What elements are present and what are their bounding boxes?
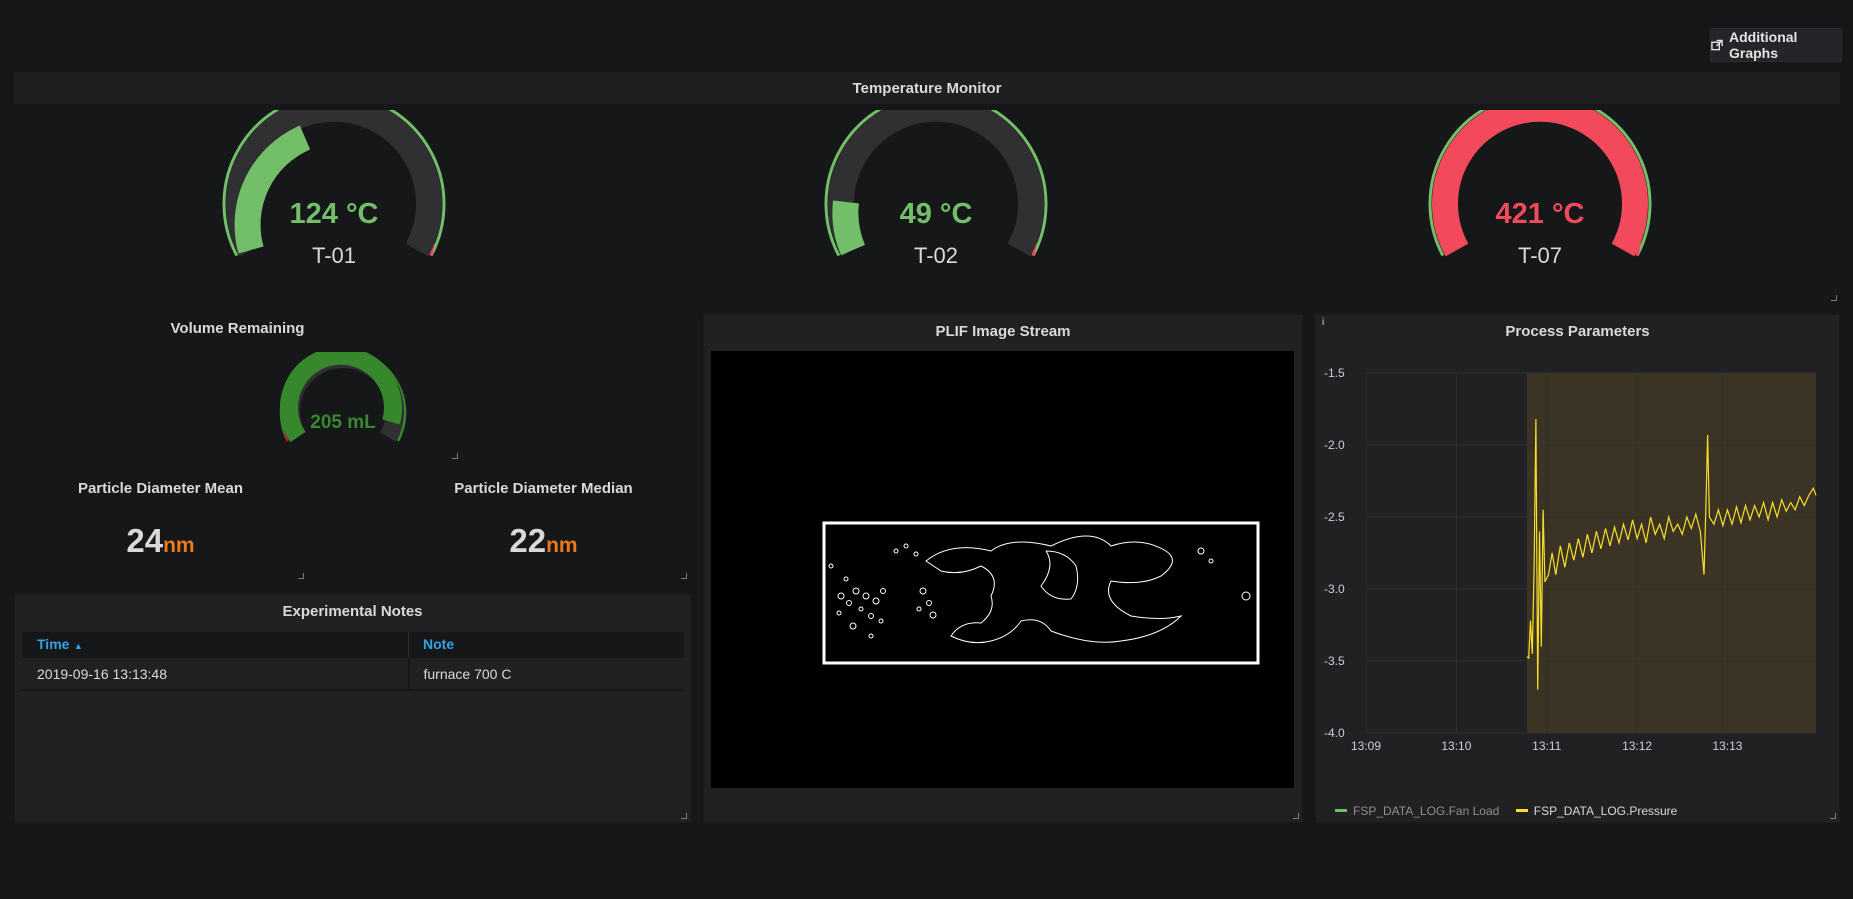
legend-swatch xyxy=(1515,809,1528,812)
gauge-t01: 124 °C T-01 xyxy=(204,92,464,290)
resize-handle[interactable] xyxy=(1831,295,1837,301)
gauge-label: T-07 xyxy=(1517,243,1563,268)
gauge-value: 421 °C xyxy=(1495,198,1585,230)
x-tick-label: 13:10 xyxy=(1441,739,1471,753)
gauge-value: 49 °C xyxy=(899,198,973,230)
column-header-label: Note xyxy=(423,636,455,652)
stat-number: 24 xyxy=(126,522,164,559)
stat-unit: nm xyxy=(163,534,195,557)
gauge-value: 205 mL xyxy=(310,412,376,433)
notes-table: Time ▲ Note 2019-09-16 13:13:48 furnace … xyxy=(22,632,684,691)
stat-value: 22nm xyxy=(397,522,690,560)
y-tick-label: -3.5 xyxy=(1324,654,1345,668)
panel-title: Temperature Monitor xyxy=(852,80,1002,97)
volume-remaining-panel: Volume Remaining 205 mL xyxy=(14,314,461,462)
resize-handle[interactable] xyxy=(452,453,458,459)
x-tick-label: 13:09 xyxy=(1351,739,1381,753)
legend-swatch xyxy=(1335,809,1347,812)
table-row: 2019-09-16 13:13:48 furnace 700 C xyxy=(22,658,684,690)
process-parameters-panel: i Process Parameters -1.5 -2.0 -2.5 -3.0 -3.… xyxy=(1315,314,1840,823)
legend-item[interactable]: FSP_DATA_LOG.Pressure xyxy=(1515,803,1678,818)
gauge-value: 124 °C xyxy=(289,198,379,230)
gauge-arc xyxy=(824,92,1048,257)
particle-median-panel: Particle Diameter Median 22nm xyxy=(397,472,690,582)
chart-legend: FSP_DATA_LOG.Fan Load FSP_DATA_LOG.Press… xyxy=(1335,799,1689,818)
y-tick-label: -2.0 xyxy=(1324,438,1345,452)
resize-handle[interactable] xyxy=(1830,813,1836,819)
stat-number: 22 xyxy=(509,522,547,559)
x-tick-label: 13:11 xyxy=(1532,739,1561,753)
plif-image xyxy=(711,351,1294,788)
line-chart[interactable]: -1.5 -2.0 -2.5 -3.0 -3.5 -4.0 13:09 13:10 13:11 1… xyxy=(1316,345,1841,785)
y-tick-label: -4.0 xyxy=(1324,726,1345,740)
additional-graphs-button[interactable]: Additional Graphs xyxy=(1710,28,1842,62)
y-tick-label: -3.0 xyxy=(1324,582,1345,596)
plif-image-panel: PLIF Image Stream xyxy=(703,314,1303,823)
panel-title: Volume Remaining xyxy=(170,320,305,337)
x-tick-label: 13:13 xyxy=(1712,739,1742,753)
gauge-label: T-02 xyxy=(913,243,959,268)
volume-gauge: 205 mL xyxy=(268,346,418,452)
legend-label: FSP_DATA_LOG.Pressure xyxy=(1533,803,1678,818)
stat-unit: nm xyxy=(546,534,578,557)
gauge-arc xyxy=(1428,92,1652,257)
gauge-arc xyxy=(222,92,446,257)
time-region-shade xyxy=(1526,373,1816,733)
panel-title: PLIF Image Stream xyxy=(935,323,1071,340)
experimental-notes-panel: Experimental Notes Time ▲ Note 2019-09-1… xyxy=(14,594,691,823)
legend-item[interactable]: FSP_DATA_LOG.Fan Load xyxy=(1335,804,1499,818)
resize-handle[interactable] xyxy=(681,573,687,579)
external-link-icon xyxy=(1711,39,1723,50)
y-tick-label: -1.5 xyxy=(1324,366,1345,380)
resize-handle[interactable] xyxy=(298,573,304,579)
resize-handle[interactable] xyxy=(681,813,687,819)
panel-title: Process Parameters xyxy=(1505,323,1650,340)
gauge-t02: 49 °C T-02 xyxy=(806,92,1066,290)
plif-outline-image xyxy=(822,521,1260,665)
sort-asc-icon: ▲ xyxy=(73,641,83,651)
stat-value: 24nm xyxy=(14,522,307,560)
panel-title: Particle Diameter Median xyxy=(454,480,633,497)
gauge-t07: 421 °C T-07 xyxy=(1410,92,1670,290)
gauge-label: T-01 xyxy=(311,243,357,268)
resize-handle[interactable] xyxy=(1293,813,1299,819)
temperature-monitor-panel: Temperature Monitor 124 °C T-01 49 °C T-… xyxy=(14,72,1840,304)
additional-graphs-label: Additional Graphs xyxy=(1729,29,1798,61)
column-header-time[interactable]: Time ▲ xyxy=(22,632,409,658)
table-cell: 2019-09-16 13:13:48 xyxy=(22,658,410,690)
legend-label: FSP_DATA_LOG.Fan Load xyxy=(1353,803,1500,818)
y-tick-label: -2.5 xyxy=(1324,510,1345,524)
x-tick-label: 13:12 xyxy=(1622,739,1652,753)
panel-title: Experimental Notes xyxy=(282,603,423,620)
particle-mean-panel: Particle Diameter Mean 24nm xyxy=(14,472,307,582)
column-header-note[interactable]: Note xyxy=(409,632,685,658)
column-header-label: Time xyxy=(37,636,70,652)
table-cell: furnace 700 C xyxy=(423,665,512,682)
panel-title: Particle Diameter Mean xyxy=(77,480,244,497)
